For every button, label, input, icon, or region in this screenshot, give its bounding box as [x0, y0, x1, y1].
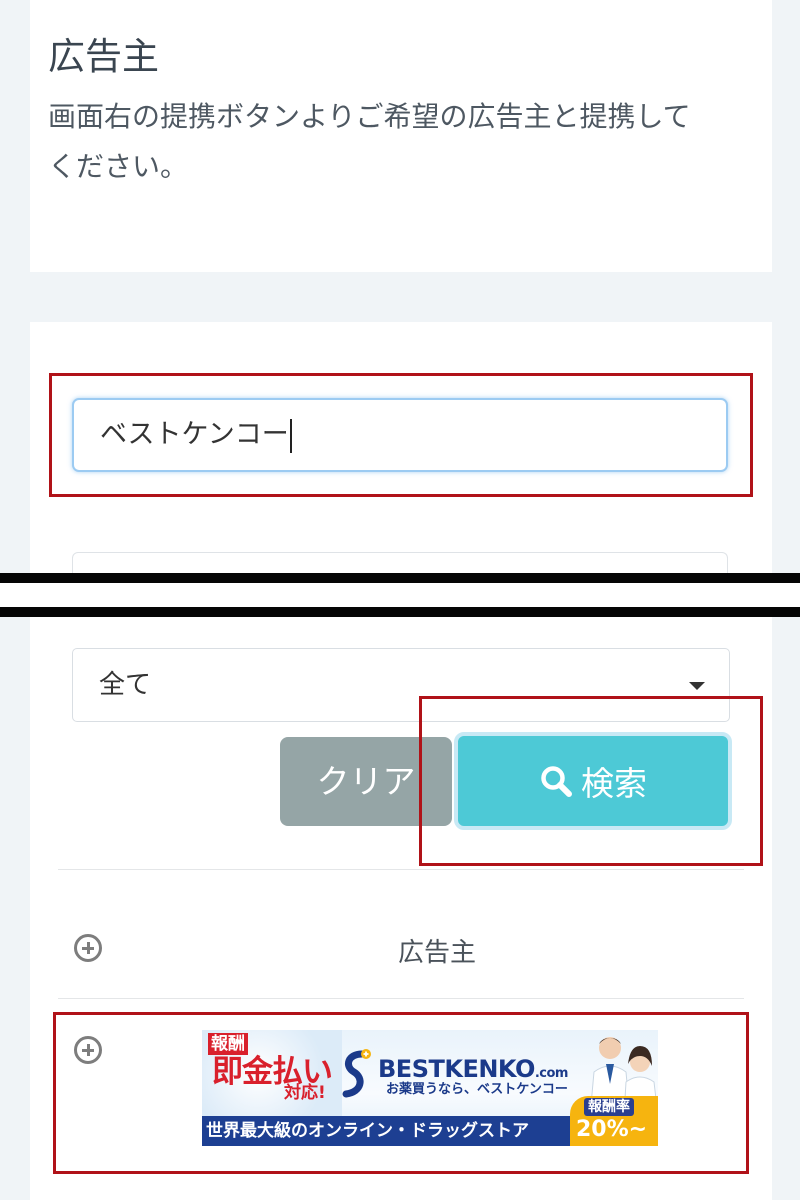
banner-tagline: お薬買うなら、ベストケンコー	[386, 1082, 568, 1097]
page-description: 画面右の提携ボタンよりご希望の広告主と提携してください。	[48, 100, 691, 183]
banner-rate-value: 20%~	[576, 1117, 648, 1142]
clipped-field-label	[72, 617, 202, 626]
page-title: 広告主	[48, 35, 159, 78]
column-header-advertiser: 広告主	[398, 938, 477, 968]
banner-brand-suffix: .com	[534, 1066, 569, 1081]
clear-button[interactable]: クリア	[280, 737, 452, 826]
table-divider	[58, 998, 744, 999]
text-cursor	[289, 418, 292, 453]
search-icon	[541, 766, 572, 797]
banner-bottom-text: 世界最大級のオンライン・ドラッグストア	[202, 1116, 572, 1146]
banner-rate-badge: 報酬率 20%~	[570, 1096, 658, 1146]
category-select-value: 全て	[99, 670, 152, 700]
bestkenko-logo-icon	[342, 1049, 371, 1098]
search-button-label: 検索	[581, 765, 647, 802]
keyword-input-value: ベストケンコー	[100, 419, 289, 450]
cut-separator-line-top	[0, 573, 800, 583]
banner-rate-label: 報酬率	[584, 1098, 634, 1116]
banner-headline-sub: 対応!	[284, 1083, 326, 1103]
expand-all-icon[interactable]	[74, 934, 102, 962]
banner-brand-name: BESTKENKO	[378, 1055, 535, 1083]
banner-tag: 報酬	[208, 1033, 248, 1055]
chevron-down-icon	[689, 682, 705, 690]
search-button[interactable]: 検索	[454, 732, 732, 830]
category-select[interactable]: 全て	[72, 648, 730, 722]
table-divider	[58, 869, 744, 870]
keyword-search-input[interactable]: ベストケンコー	[72, 398, 728, 472]
expand-row-icon[interactable]	[74, 1036, 102, 1064]
advertiser-banner[interactable]: 報酬 即金払い 対応! BESTKENKO.com お薬買うなら、ベストケンコー…	[202, 1030, 658, 1146]
cut-separator-line-bottom	[0, 607, 800, 617]
